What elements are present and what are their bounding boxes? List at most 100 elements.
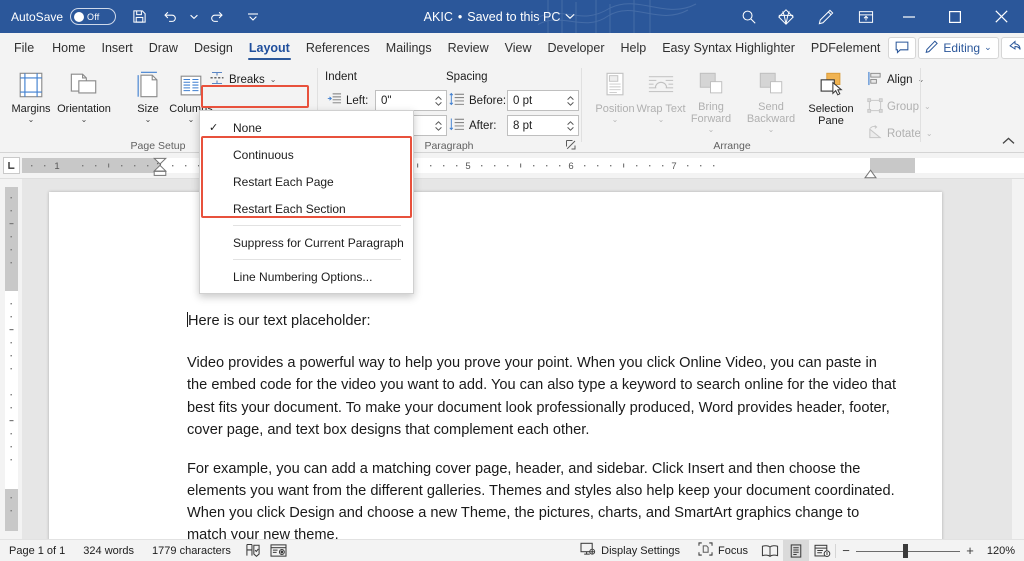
vertical-scrollbar[interactable] xyxy=(1012,179,1024,539)
tab-stop-selector[interactable] xyxy=(3,157,20,174)
document-page[interactable]: Here is our text placeholder: Video prov… xyxy=(49,192,942,539)
title-dropdown-caret[interactable] xyxy=(565,13,575,20)
group-button[interactable]: Group ⌄ xyxy=(864,96,934,117)
tab-file[interactable]: File xyxy=(0,33,44,62)
web-layout-icon[interactable] xyxy=(809,540,835,561)
menu-item-restart-each-section-label: Restart Each Section xyxy=(233,201,346,216)
indent-left-field-label: Left: xyxy=(324,90,371,111)
chevron-down-icon: ⌄ xyxy=(923,102,931,111)
undo-dropdown-caret[interactable] xyxy=(187,4,200,29)
maximize-button[interactable] xyxy=(932,0,978,33)
align-button[interactable]: Align ⌄ xyxy=(864,69,927,90)
menu-item-restart-each-page[interactable]: Restart Each Page xyxy=(200,168,413,195)
undo-icon[interactable] xyxy=(156,4,184,29)
customize-quick-access-icon[interactable] xyxy=(239,4,267,29)
tab-easy-syntax-highlighter[interactable]: Easy Syntax Highlighter xyxy=(654,33,803,62)
tab-layout[interactable]: Layout xyxy=(241,33,298,62)
spell-check-icon[interactable] xyxy=(240,540,266,561)
horizontal-ruler[interactable]: 1 2 3 4 5 6 7 xyxy=(0,153,1024,179)
collapse-ribbon-icon[interactable] xyxy=(999,133,1017,149)
page-count-status[interactable]: Page 1 of 1 xyxy=(0,540,74,561)
share-button[interactable]: ⌄ xyxy=(1000,36,1024,59)
menu-item-restart-each-section[interactable]: Restart Each Section xyxy=(200,195,413,222)
left-indent-marker[interactable] xyxy=(152,154,168,181)
spacing-before-input[interactable]: 0 pt xyxy=(507,90,579,111)
tab-design[interactable]: Design xyxy=(186,33,241,62)
spacing-after-input[interactable]: 8 pt xyxy=(507,115,579,136)
tab-references[interactable]: References xyxy=(298,33,378,62)
word-count-status[interactable]: 324 words xyxy=(74,540,143,561)
document-paragraph-3[interactable]: For example, you can add a matching cove… xyxy=(187,458,897,539)
menu-item-none[interactable]: ✓ None xyxy=(200,114,413,141)
menu-item-continuous[interactable]: Continuous xyxy=(200,141,413,168)
search-icon[interactable] xyxy=(732,4,766,30)
ribbon-display-options-icon[interactable] xyxy=(846,0,886,33)
orientation-button[interactable]: Orientation ⌄ xyxy=(55,66,113,134)
chevron-down-icon: ⌄ xyxy=(657,115,665,124)
zoom-out-button[interactable]: − xyxy=(836,543,856,558)
share-icon xyxy=(1008,39,1022,56)
vertical-ruler[interactable] xyxy=(0,179,22,539)
focus-button[interactable]: Focus xyxy=(689,540,757,561)
breaks-label: Breaks xyxy=(229,73,265,86)
indent-left-icon xyxy=(327,92,342,109)
redo-icon[interactable] xyxy=(203,4,231,29)
display-settings-button[interactable]: Display Settings xyxy=(571,540,689,561)
comment-icon[interactable] xyxy=(888,36,917,59)
spacing-after-icon xyxy=(449,117,465,134)
tab-mailings[interactable]: Mailings xyxy=(378,33,440,62)
editing-mode-button[interactable]: Editing ⌄ xyxy=(918,36,999,59)
title-separator: • xyxy=(457,9,463,24)
display-settings-icon xyxy=(580,542,596,559)
selection-pane-icon xyxy=(816,66,846,100)
editing-mode-label: Editing xyxy=(943,40,981,55)
menu-item-none-label: None xyxy=(233,120,262,135)
tab-pdfelement[interactable]: PDFelement xyxy=(803,33,888,62)
breaks-button[interactable]: Breaks ⌄ xyxy=(206,69,280,90)
tab-developer[interactable]: Developer xyxy=(540,33,613,62)
autosave-toggle[interactable]: Off xyxy=(70,8,117,25)
copilot-diamond-icon[interactable] xyxy=(766,0,806,33)
zoom-level-label[interactable]: 120% xyxy=(980,545,1024,557)
minimize-button[interactable] xyxy=(886,0,932,33)
indent-left-stepper[interactable] xyxy=(433,92,444,109)
ribbon: Margins ⌄ Orientation ⌄ Size ⌄ Columns ⌄… xyxy=(0,62,1024,166)
tab-insert[interactable]: Insert xyxy=(94,33,141,62)
spacing-before-stepper[interactable] xyxy=(565,92,576,109)
read-mode-icon[interactable] xyxy=(757,540,783,561)
bring-forward-button[interactable]: Bring Forward ⌄ xyxy=(680,66,742,134)
menu-item-line-numbering-options[interactable]: Line Numbering Options... xyxy=(200,263,413,290)
indent-left-input[interactable]: 0" xyxy=(375,90,447,111)
send-backward-button[interactable]: Send Backward ⌄ xyxy=(739,66,803,134)
close-button[interactable] xyxy=(978,0,1024,33)
tab-help[interactable]: Help xyxy=(613,33,655,62)
size-label: Size xyxy=(137,103,159,115)
indent-right-stepper[interactable] xyxy=(433,117,444,134)
tab-home[interactable]: Home xyxy=(44,33,93,62)
accessibility-check-icon[interactable] xyxy=(266,540,292,561)
zoom-slider[interactable] xyxy=(856,540,960,561)
character-count-status[interactable]: 1779 characters xyxy=(143,540,240,561)
ruler-track[interactable]: 1 2 3 4 5 6 7 xyxy=(22,157,1024,179)
document-paragraph-1[interactable]: Here is our text placeholder: xyxy=(187,310,897,332)
menu-item-suppress-for-current-paragraph[interactable]: Suppress for Current Paragraph xyxy=(200,229,413,256)
margins-button[interactable]: Margins ⌄ xyxy=(2,66,60,134)
tab-review[interactable]: Review xyxy=(440,33,497,62)
chevron-down-icon: ⌄ xyxy=(80,115,88,124)
chevron-down-icon: ⌄ xyxy=(187,115,195,124)
document-title-area[interactable]: AKIC • Saved to this PC xyxy=(267,10,732,24)
save-icon[interactable] xyxy=(125,4,153,29)
zoom-in-button[interactable]: + xyxy=(960,543,980,558)
document-text-area[interactable]: Here is our text placeholder: Video prov… xyxy=(187,310,897,539)
spacing-after-label: After: xyxy=(469,119,497,132)
document-canvas[interactable]: Here is our text placeholder: Video prov… xyxy=(22,179,1024,539)
tab-draw[interactable]: Draw xyxy=(141,33,186,62)
selection-pane-button[interactable]: Selection Pane xyxy=(801,66,861,134)
spacing-after-stepper[interactable] xyxy=(565,117,576,134)
zoom-slider-handle[interactable] xyxy=(903,543,908,558)
print-layout-icon[interactable] xyxy=(783,539,809,561)
tab-view[interactable]: View xyxy=(497,33,540,62)
document-paragraph-2[interactable]: Video provides a powerful way to help yo… xyxy=(187,352,897,441)
draw-pen-icon[interactable] xyxy=(806,0,846,33)
paragraph-dialog-launcher[interactable] xyxy=(564,138,577,151)
